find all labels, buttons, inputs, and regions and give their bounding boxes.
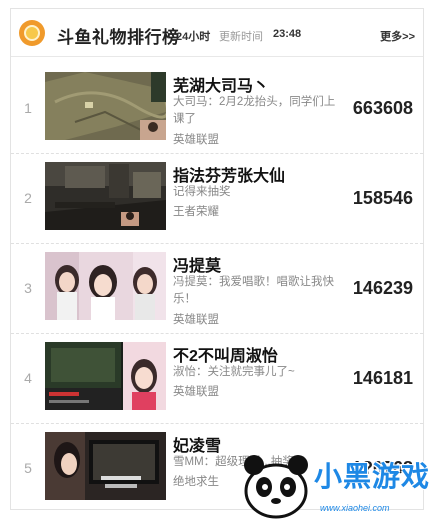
- ranking-row[interactable]: 3 冯提莫 冯提莫：我爱唱歌！唱歌让我快乐！ 英雄联盟 146239: [11, 244, 423, 334]
- stream-description: 记得来抽奖: [173, 186, 231, 198]
- ranking-row[interactable]: 4 不2不叫周淑怡 淑怡：关注就完事儿了~ 英雄联盟 146181: [11, 334, 423, 424]
- rank-number: 5: [24, 460, 32, 476]
- update-time-value: 23:48: [273, 28, 302, 40]
- gift-count: 146181: [352, 368, 413, 388]
- stream-thumbnail[interactable]: [45, 342, 166, 410]
- stream-description: 冯提莫：我爱唱歌！唱歌让我快乐！: [173, 276, 334, 305]
- gift-count: 146239: [352, 278, 413, 298]
- game-category: 绝地求生: [173, 476, 219, 488]
- ranking-row[interactable]: 2 指法芬芳张大仙 记得来抽奖 王者荣耀 158546: [11, 154, 423, 244]
- update-time-label: 更新时间: [219, 31, 263, 43]
- gift-ranking-panel: 斗鱼礼物排行榜 24小时 更新时间 23:48 更多>> 1 芜湖大司马丶 大司…: [10, 8, 424, 510]
- stream-thumbnail[interactable]: [45, 162, 166, 230]
- more-link[interactable]: 更多>>: [380, 28, 415, 44]
- game-category: 英雄联盟: [173, 314, 219, 326]
- streamer-name[interactable]: 芜湖大司马丶: [173, 72, 269, 96]
- watermark-brand: 小黑游戏: [314, 461, 431, 492]
- streamer-name[interactable]: 指法芬芳张大仙: [173, 162, 285, 186]
- douyu-logo-icon: [19, 20, 45, 46]
- game-category: 英雄联盟: [173, 386, 219, 398]
- rank-number: 3: [24, 280, 32, 296]
- streamer-name[interactable]: 妃凌雪: [173, 432, 221, 456]
- streamer-name[interactable]: 不2不叫周淑怡: [173, 342, 278, 366]
- rank-number: 1: [24, 100, 32, 116]
- game-category: 王者荣耀: [173, 206, 219, 218]
- panel-title: 斗鱼礼物排行榜: [57, 28, 180, 47]
- game-category: 英雄联盟: [173, 134, 219, 146]
- panda-mascot-icon: [244, 455, 308, 519]
- streamer-name[interactable]: 冯提莫: [173, 252, 221, 276]
- gift-count: 158546: [352, 188, 413, 208]
- stream-thumbnail[interactable]: [45, 432, 166, 500]
- period-label: 24小时: [176, 31, 211, 43]
- watermark: 小黑游戏 www.xiaohei.com: [236, 447, 433, 519]
- stream-thumbnail[interactable]: [45, 72, 166, 140]
- watermark-url: www.xiaohei.com: [320, 503, 390, 513]
- rank-number: 2: [24, 190, 32, 206]
- stream-thumbnail[interactable]: [45, 252, 166, 320]
- rank-number: 4: [24, 370, 32, 386]
- stream-description: 大司马：2月2龙抬头，同学们上课了: [173, 96, 336, 125]
- stream-description: 淑怡：关注就完事儿了~: [173, 366, 295, 378]
- panel-header: 斗鱼礼物排行榜 24小时 更新时间 23:48 更多>>: [11, 9, 423, 57]
- gift-count: 663608: [352, 98, 413, 118]
- ranking-row[interactable]: 1 芜湖大司马丶 大司马：2月2龙抬头，同学们上课了 英雄联盟 663608: [11, 64, 423, 154]
